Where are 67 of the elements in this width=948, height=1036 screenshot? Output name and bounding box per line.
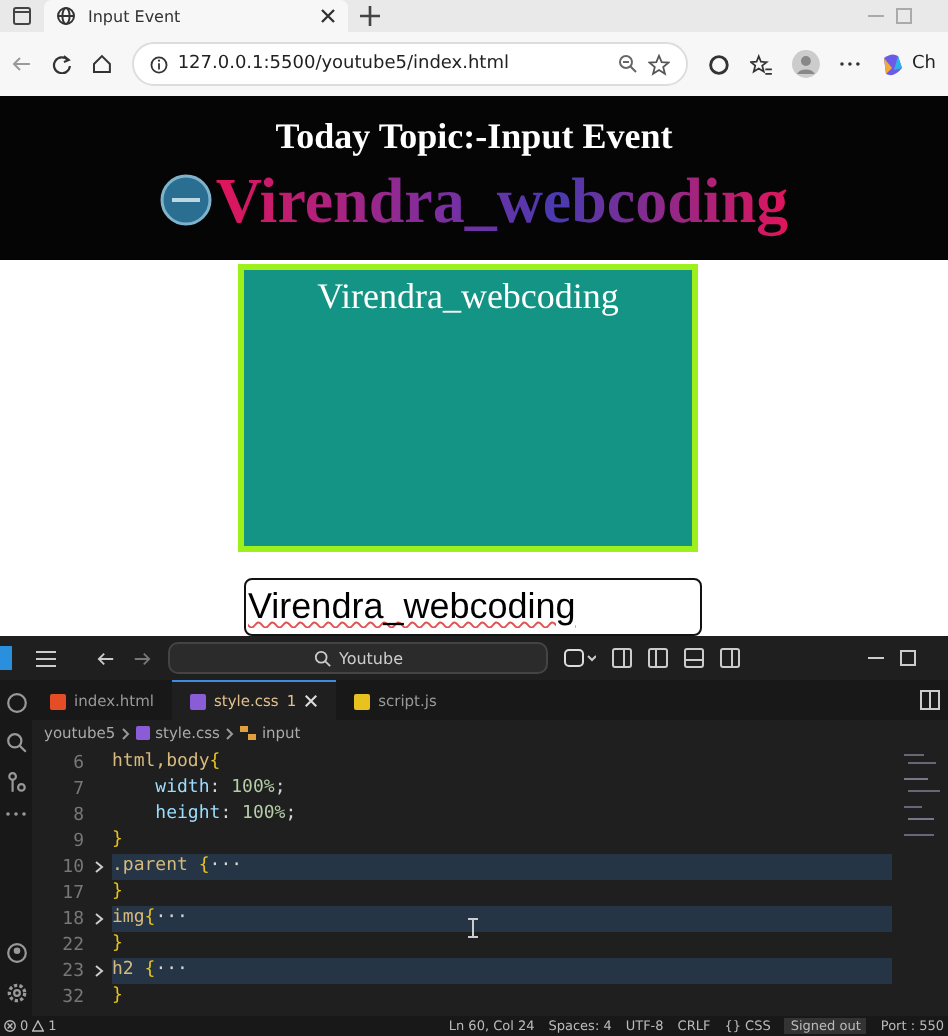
line-number: 8 — [71, 805, 84, 825]
split-editor-icon[interactable] — [920, 690, 940, 710]
maximize-icon[interactable] — [900, 650, 916, 666]
zoom-icon[interactable] — [618, 54, 639, 74]
code-line: width: 100%; — [153, 776, 288, 802]
layout-icon[interactable] — [684, 648, 704, 668]
fold-chevron-icon[interactable] — [93, 964, 103, 978]
code-line: height: 100%; — [153, 802, 299, 828]
file-icon — [190, 693, 206, 709]
source-control-icon[interactable] — [5, 772, 27, 794]
layout-icon[interactable] — [720, 648, 740, 668]
menu-icon[interactable] — [36, 649, 56, 667]
symbol-icon — [239, 726, 256, 740]
warning-icon — [32, 1020, 45, 1032]
copilot-icon — [880, 51, 906, 77]
globe-icon — [56, 6, 76, 26]
code-line: html,body{ — [112, 750, 223, 776]
line-number: 17 — [60, 883, 84, 903]
tab-actions-icon[interactable] — [12, 6, 32, 26]
line-number: 22 — [60, 935, 84, 955]
address-bar[interactable]: 127.0.0.1:5500/youtube5/index.html — [131, 42, 689, 86]
fold-chevron-icon[interactable] — [93, 912, 103, 926]
star-icon[interactable] — [648, 53, 671, 75]
file-icon — [50, 693, 66, 709]
chevron-icon — [121, 727, 130, 739]
back-icon[interactable] — [96, 649, 116, 667]
copilot-icon[interactable] — [564, 648, 596, 668]
fold-chevron-icon[interactable] — [93, 860, 103, 874]
vscode-logo-icon — [0, 646, 12, 670]
settings-icon[interactable] — [5, 982, 27, 1004]
favorites-icon[interactable] — [750, 53, 773, 75]
home-icon[interactable] — [91, 54, 112, 74]
layout-icon[interactable] — [648, 648, 668, 668]
error-icon — [4, 1020, 16, 1032]
profile-icon[interactable] — [792, 50, 821, 78]
file-icon — [354, 693, 371, 709]
close-icon[interactable] — [320, 8, 336, 24]
line-number: 6 — [71, 753, 84, 773]
line-number: 7 — [71, 779, 84, 799]
url-text: 127.0.0.1:5500/youtube5/index.html — [177, 54, 509, 74]
copilot-button[interactable]: Ch — [880, 51, 936, 77]
text-cursor-icon — [468, 918, 478, 938]
file-icon — [135, 726, 150, 740]
code-line: } — [112, 828, 125, 854]
code-line: } — [112, 984, 125, 1010]
layout-icon[interactable] — [612, 648, 632, 668]
line-number: 32 — [60, 987, 84, 1007]
line-number: 23 — [60, 961, 84, 981]
box-text: Virendra_webcoding — [317, 276, 619, 316]
search-icon[interactable] — [5, 732, 27, 754]
code-line: } — [112, 880, 125, 906]
chevron-icon — [225, 727, 234, 739]
code-line: } — [112, 932, 125, 958]
forward-icon[interactable] — [132, 649, 152, 667]
logo-icon — [159, 174, 212, 226]
search-icon — [313, 649, 331, 667]
line-number: 9 — [71, 831, 84, 851]
new-tab-icon[interactable] — [360, 6, 380, 26]
line-number: 18 — [60, 909, 84, 929]
reload-icon[interactable] — [51, 54, 72, 74]
browser-tab[interactable]: Input Event — [44, 0, 348, 32]
info-icon — [149, 55, 168, 73]
command-search[interactable]: Youtube — [168, 642, 548, 674]
line-number: 10 — [60, 857, 84, 877]
tab-title: Input Event — [88, 7, 183, 25]
page-heading: Today Topic:-Input Event — [275, 116, 673, 158]
text-input[interactable]: Virendra_webcoding — [244, 578, 702, 636]
